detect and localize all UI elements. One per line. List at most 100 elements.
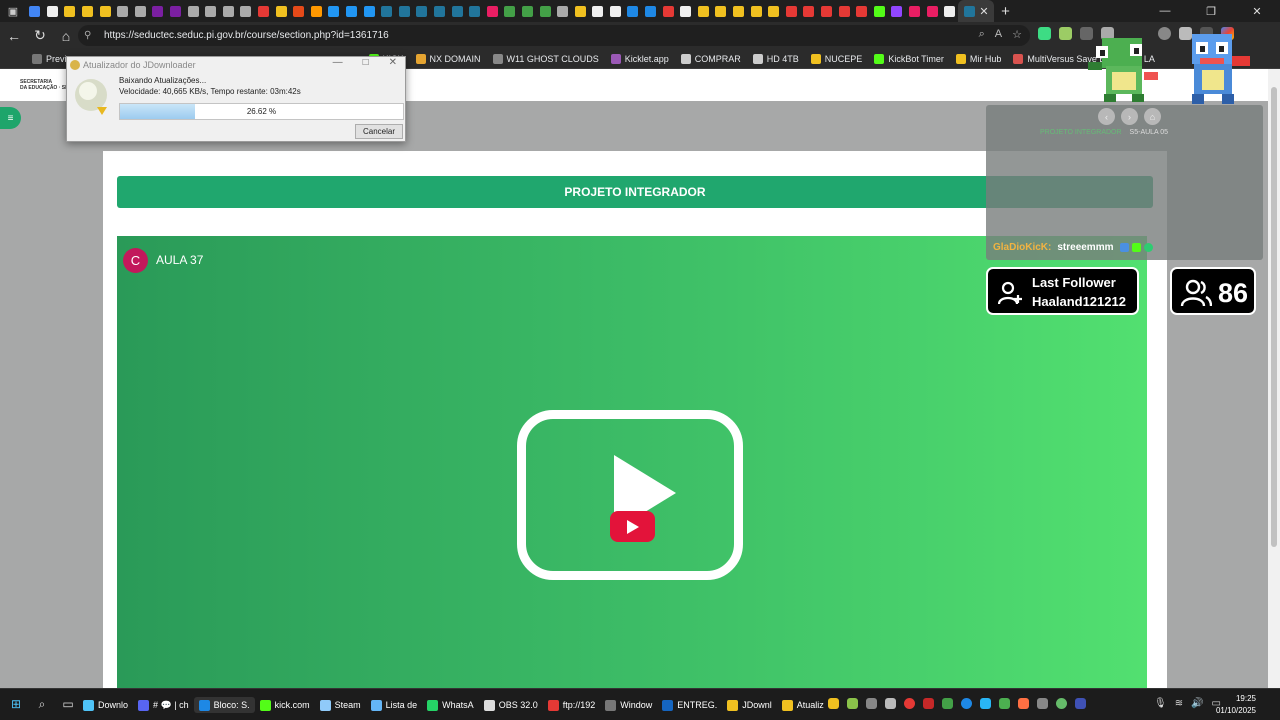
taskbar-app[interactable]: Downlo [78, 699, 133, 711]
browser-tab[interactable] [149, 0, 167, 22]
maximize-icon[interactable]: ❐ [1188, 0, 1234, 22]
browser-tab[interactable] [290, 0, 308, 22]
browser-tab[interactable] [79, 0, 97, 22]
tray-icon[interactable] [866, 698, 877, 709]
search-icon[interactable]: ⌕ [34, 696, 50, 712]
browser-tab[interactable] [923, 0, 941, 22]
close-icon[interactable]: ✕ [389, 57, 397, 68]
start-icon[interactable]: ⊞ [8, 696, 24, 712]
bookmark-item[interactable]: COMPRAR [680, 53, 741, 64]
browser-tab[interactable] [835, 0, 853, 22]
taskbar-app[interactable]: JDownl [722, 699, 777, 711]
browser-tab[interactable] [237, 0, 255, 22]
browser-tab[interactable] [44, 0, 62, 22]
tray-icon[interactable] [1056, 698, 1067, 709]
browser-tab[interactable] [906, 0, 924, 22]
browser-tab[interactable] [818, 0, 836, 22]
browser-tab[interactable] [571, 0, 589, 22]
zoom-icon[interactable]: ⌕ [979, 28, 985, 41]
browser-tab[interactable] [853, 0, 871, 22]
browser-tab[interactable] [941, 0, 959, 22]
tray-icon[interactable] [847, 698, 858, 709]
video-title[interactable]: AULA 37 [156, 253, 203, 267]
browser-tab[interactable] [536, 0, 554, 22]
browser-tab[interactable] [712, 0, 730, 22]
home-icon[interactable]: ⌂ [54, 24, 78, 48]
site-info-icon[interactable]: ⚲ [84, 30, 100, 41]
browser-tab[interactable] [695, 0, 713, 22]
tray-icon[interactable] [999, 698, 1010, 709]
clock[interactable]: 19:25 01/10/2025 [1216, 693, 1256, 717]
browser-tab[interactable] [554, 0, 572, 22]
browser-tab[interactable] [765, 0, 783, 22]
taskbar-app[interactable]: Window [600, 699, 657, 711]
tray-icon[interactable] [885, 698, 896, 709]
minimize-icon[interactable]: — [333, 57, 343, 68]
taskbar-app[interactable]: ftp://192 [543, 699, 601, 711]
browser-tab[interactable] [343, 0, 361, 22]
browser-tab[interactable] [483, 0, 501, 22]
tray-icon[interactable] [1075, 698, 1086, 709]
tray-icon[interactable] [961, 698, 972, 709]
bookmark-item[interactable]: W11 GHOST CLOUDS [492, 53, 599, 64]
browser-tab[interactable] [308, 0, 326, 22]
browser-tab[interactable] [747, 0, 765, 22]
browser-tab[interactable] [730, 0, 748, 22]
bookmark-item[interactable]: Kicklet.app [610, 53, 669, 64]
taskbar-app[interactable]: ENTREG. [657, 699, 722, 711]
favorite-star-icon[interactable]: ☆ [1012, 28, 1022, 41]
taskbar-app[interactable]: kick.com [255, 699, 315, 711]
browser-tab[interactable] [360, 0, 378, 22]
taskbar-app[interactable]: Steam [315, 699, 366, 711]
extension-icon[interactable] [1038, 27, 1051, 40]
scrollbar-thumb[interactable] [1271, 87, 1277, 547]
browser-tab[interactable] [413, 0, 431, 22]
taskbar-app[interactable]: Lista de [366, 699, 423, 711]
browser-tab[interactable] [61, 0, 79, 22]
address-bar[interactable]: ⚲ https://seductec.seduc.pi.gov.br/cours… [78, 25, 1030, 46]
extension-icon[interactable] [1059, 27, 1072, 40]
maximize-icon[interactable]: □ [363, 57, 369, 68]
browser-tab[interactable] [466, 0, 484, 22]
browser-tab[interactable] [589, 0, 607, 22]
bookmark-item[interactable]: HD 4TB [752, 53, 799, 64]
close-tab-icon[interactable]: ✕ [979, 5, 988, 18]
channel-avatar[interactable]: C [123, 248, 148, 273]
browser-tab[interactable] [642, 0, 660, 22]
browser-tab[interactable] [888, 0, 906, 22]
tab-search-icon[interactable]: ▣ [0, 0, 26, 22]
volume-icon[interactable]: 🔊 [1191, 698, 1203, 709]
browser-tab[interactable] [167, 0, 185, 22]
browser-tab-active[interactable]: ✕ [958, 0, 995, 22]
taskbar-app[interactable]: Bloco: S. [193, 697, 255, 713]
tray-icon[interactable] [923, 698, 934, 709]
back-icon[interactable]: ← [2, 24, 26, 48]
taskbar-app[interactable]: OBS 32.0 [479, 699, 543, 711]
breadcrumb-item[interactable]: PROJETO INTEGRADOR [1040, 129, 1122, 136]
browser-tab[interactable] [659, 0, 677, 22]
tray-icon[interactable] [828, 698, 839, 709]
browser-tab[interactable] [501, 0, 519, 22]
taskbar-app[interactable]: Atualiz [777, 699, 829, 711]
browser-tab[interactable] [783, 0, 801, 22]
browser-tab[interactable] [800, 0, 818, 22]
read-aloud-icon[interactable]: A [995, 28, 1002, 41]
browser-tab[interactable] [378, 0, 396, 22]
browser-tab[interactable] [624, 0, 642, 22]
task-view-icon[interactable]: ▭ [60, 696, 76, 712]
bookmark-item[interactable]: NUCEPE [810, 53, 862, 64]
youtube-play-button[interactable] [610, 511, 655, 542]
cancel-button[interactable]: Cancelar [355, 124, 403, 139]
tray-icon[interactable] [1018, 698, 1029, 709]
new-tab-button[interactable]: + [994, 3, 1016, 20]
course-index-toggle[interactable]: ≡ [0, 107, 21, 129]
wifi-icon[interactable]: ≋ [1175, 698, 1183, 709]
browser-tab[interactable] [184, 0, 202, 22]
taskbar-app[interactable]: WhatsA [422, 699, 479, 711]
browser-tab[interactable] [519, 0, 537, 22]
browser-tab[interactable] [272, 0, 290, 22]
bookmark-item[interactable]: Mir Hub [955, 53, 1001, 64]
browser-tab[interactable] [220, 0, 238, 22]
browser-tab[interactable] [395, 0, 413, 22]
minimize-icon[interactable]: — [1142, 0, 1188, 22]
